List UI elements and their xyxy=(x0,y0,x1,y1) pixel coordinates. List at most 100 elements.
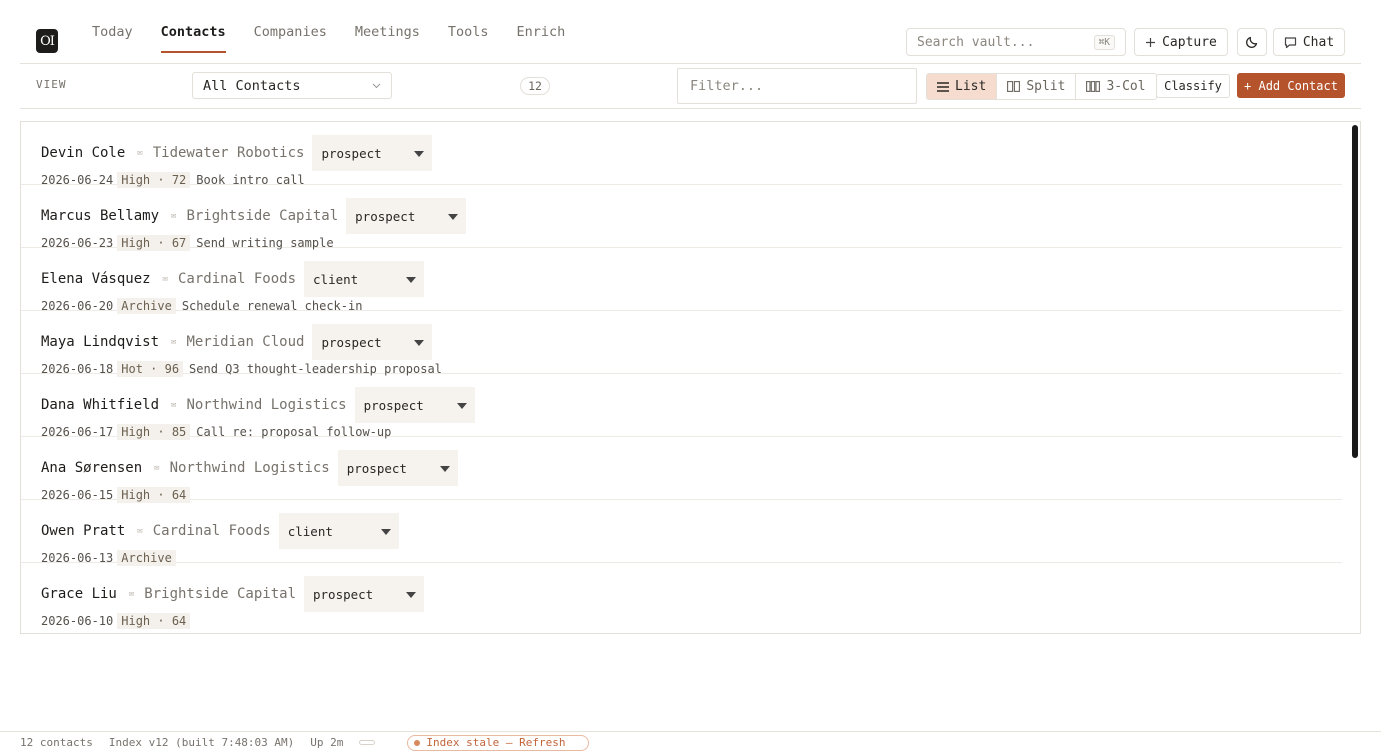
filter-box xyxy=(677,68,917,104)
status-select[interactable]: prospect xyxy=(304,576,424,612)
status-value: client xyxy=(313,271,359,287)
search-shortcut-hint: ⌘K xyxy=(1093,34,1115,50)
view-select[interactable]: All Contacts xyxy=(192,72,392,99)
tab-meetings[interactable]: Meetings xyxy=(355,0,420,53)
contact-company[interactable]: Northwind Logistics xyxy=(186,397,346,413)
search-input[interactable] xyxy=(917,34,1087,50)
tab-today[interactable]: Today xyxy=(92,0,133,53)
contact-row[interactable]: Owen Pratt ✉ Cardinal Foods client 2026-… xyxy=(21,500,1342,566)
contact-count-status: 12 contacts xyxy=(20,736,93,749)
status-select[interactable]: prospect xyxy=(312,135,433,171)
split-mode-button[interactable]: Split xyxy=(997,74,1077,99)
contact-name[interactable]: Ana Sørensen xyxy=(41,460,142,476)
list-mode-label: List xyxy=(955,79,987,94)
status-select[interactable]: prospect xyxy=(312,324,433,360)
classify-button[interactable]: Classify xyxy=(1156,74,1230,98)
list-mode-button[interactable]: List xyxy=(927,74,998,99)
contact-company[interactable]: Brightside Capital xyxy=(186,208,338,224)
vault-search: ⌘K xyxy=(906,28,1126,56)
uptime-status: Up 2m xyxy=(310,736,344,749)
status-bar: 12 contacts Index v12 (built 7:48:03 AM)… xyxy=(0,731,1381,753)
theme-toggle-button[interactable] xyxy=(1237,28,1267,56)
email-icon: ✉ xyxy=(137,148,143,158)
contact-date: 2026-06-10 xyxy=(41,614,114,628)
contact-company[interactable]: Cardinal Foods xyxy=(153,523,271,539)
contact-name[interactable]: Dana Whitfield xyxy=(41,397,159,413)
three-col-mode-button[interactable]: 3-Col xyxy=(1076,74,1156,99)
status-value: client xyxy=(287,523,333,539)
index-stale-refresh-button[interactable]: Index stale — Refresh xyxy=(407,734,589,751)
contact-name[interactable]: Elena Vásquez xyxy=(41,271,151,287)
main-nav: Today Contacts Companies Meetings Tools … xyxy=(92,0,593,64)
email-icon: ✉ xyxy=(154,463,160,473)
index-stale-label: Index stale — Refresh xyxy=(426,736,566,749)
warning-dot-icon xyxy=(414,739,421,746)
status-select[interactable]: prospect xyxy=(354,387,475,423)
tab-contacts[interactable]: Contacts xyxy=(160,0,226,53)
chat-button[interactable]: Chat xyxy=(1273,28,1345,56)
caret-down-icon xyxy=(406,591,416,598)
three-col-mode-label: 3-Col xyxy=(1106,79,1146,94)
capture-label: Capture xyxy=(1162,34,1217,50)
contact-row[interactable]: Marcus Bellamy ✉ Brightside Capital pros… xyxy=(21,185,1342,251)
status-value: prospect xyxy=(313,586,374,602)
contact-row[interactable]: Devin Cole ✉ Tidewater Robotics prospect… xyxy=(21,122,1342,188)
status-select[interactable]: prospect xyxy=(346,198,467,234)
chat-bubble-icon xyxy=(1284,36,1297,49)
contact-company[interactable]: Brightside Capital xyxy=(144,586,296,602)
contact-name[interactable]: Marcus Bellamy xyxy=(41,208,159,224)
capture-button[interactable]: Capture xyxy=(1134,28,1228,56)
caret-down-icon xyxy=(439,465,450,472)
contact-name[interactable]: Grace Liu xyxy=(41,586,117,602)
split-icon xyxy=(1007,81,1021,92)
add-contact-button[interactable]: + Add Contact xyxy=(1237,73,1345,98)
moon-icon xyxy=(1245,35,1259,49)
caret-down-icon xyxy=(456,402,467,409)
contact-row[interactable]: Elena Vásquez ✉ Cardinal Foods client 20… xyxy=(21,248,1342,314)
status-select[interactable]: client xyxy=(278,513,399,549)
caret-down-icon xyxy=(406,276,417,283)
list-icon xyxy=(937,81,949,92)
contact-row[interactable]: Ana Sørensen ✉ Northwind Logistics prosp… xyxy=(21,437,1342,503)
email-icon: ✉ xyxy=(171,211,177,221)
tab-enrich[interactable]: Enrich xyxy=(517,0,566,53)
view-label: VIEW xyxy=(36,78,67,91)
index-version-status: Index v12 (built 7:48:03 AM) xyxy=(108,736,295,749)
contact-name[interactable]: Owen Pratt xyxy=(41,523,125,539)
split-mode-label: Split xyxy=(1026,79,1066,94)
email-icon: ✉ xyxy=(171,337,177,347)
app-logo[interactable]: OI xyxy=(36,29,58,53)
email-icon: ✉ xyxy=(128,589,135,599)
contact-company[interactable]: Tidewater Robotics xyxy=(153,145,305,161)
contact-name[interactable]: Maya Lindqvist xyxy=(41,334,159,350)
tab-tools[interactable]: Tools xyxy=(448,0,489,53)
list-scrollbar[interactable] xyxy=(1352,125,1358,458)
contact-company[interactable]: Cardinal Foods xyxy=(178,271,296,287)
contact-row[interactable]: Maya Lindqvist ✉ Meridian Cloud prospect… xyxy=(21,311,1342,377)
chat-label: Chat xyxy=(1302,34,1335,50)
status-select[interactable]: client xyxy=(304,261,425,297)
caret-down-icon xyxy=(448,213,459,220)
view-mode-switcher: List Split 3-Col xyxy=(926,73,1157,100)
contact-row[interactable]: Grace Liu ✉ Brightside Capital prospect … xyxy=(21,563,1342,629)
tab-companies[interactable]: Companies xyxy=(254,0,327,53)
plus-icon xyxy=(1145,37,1156,48)
caret-down-icon xyxy=(380,528,391,535)
contact-company[interactable]: Meridian Cloud xyxy=(186,334,304,350)
contacts-toolbar: VIEW All Contacts 12 List Split 3-Col xyxy=(20,64,1361,109)
status-value: prospect xyxy=(363,397,424,413)
filter-input[interactable] xyxy=(690,78,904,94)
view-select-value: All Contacts xyxy=(203,77,301,94)
top-nav-bar: OI Today Contacts Companies Meetings Too… xyxy=(20,0,1361,64)
contact-count-badge: 12 xyxy=(520,77,550,95)
contact-name[interactable]: Devin Cole xyxy=(41,145,125,161)
activity-indicator xyxy=(359,740,376,745)
priority-tag: High · 64 xyxy=(117,613,191,629)
status-value: prospect xyxy=(355,208,416,224)
contact-company[interactable]: Northwind Logistics xyxy=(170,460,330,476)
status-value: prospect xyxy=(321,145,382,161)
status-value: prospect xyxy=(346,460,407,476)
caret-down-icon xyxy=(414,150,425,157)
status-select[interactable]: prospect xyxy=(337,450,458,486)
contact-row[interactable]: Dana Whitfield ✉ Northwind Logistics pro… xyxy=(21,374,1342,440)
